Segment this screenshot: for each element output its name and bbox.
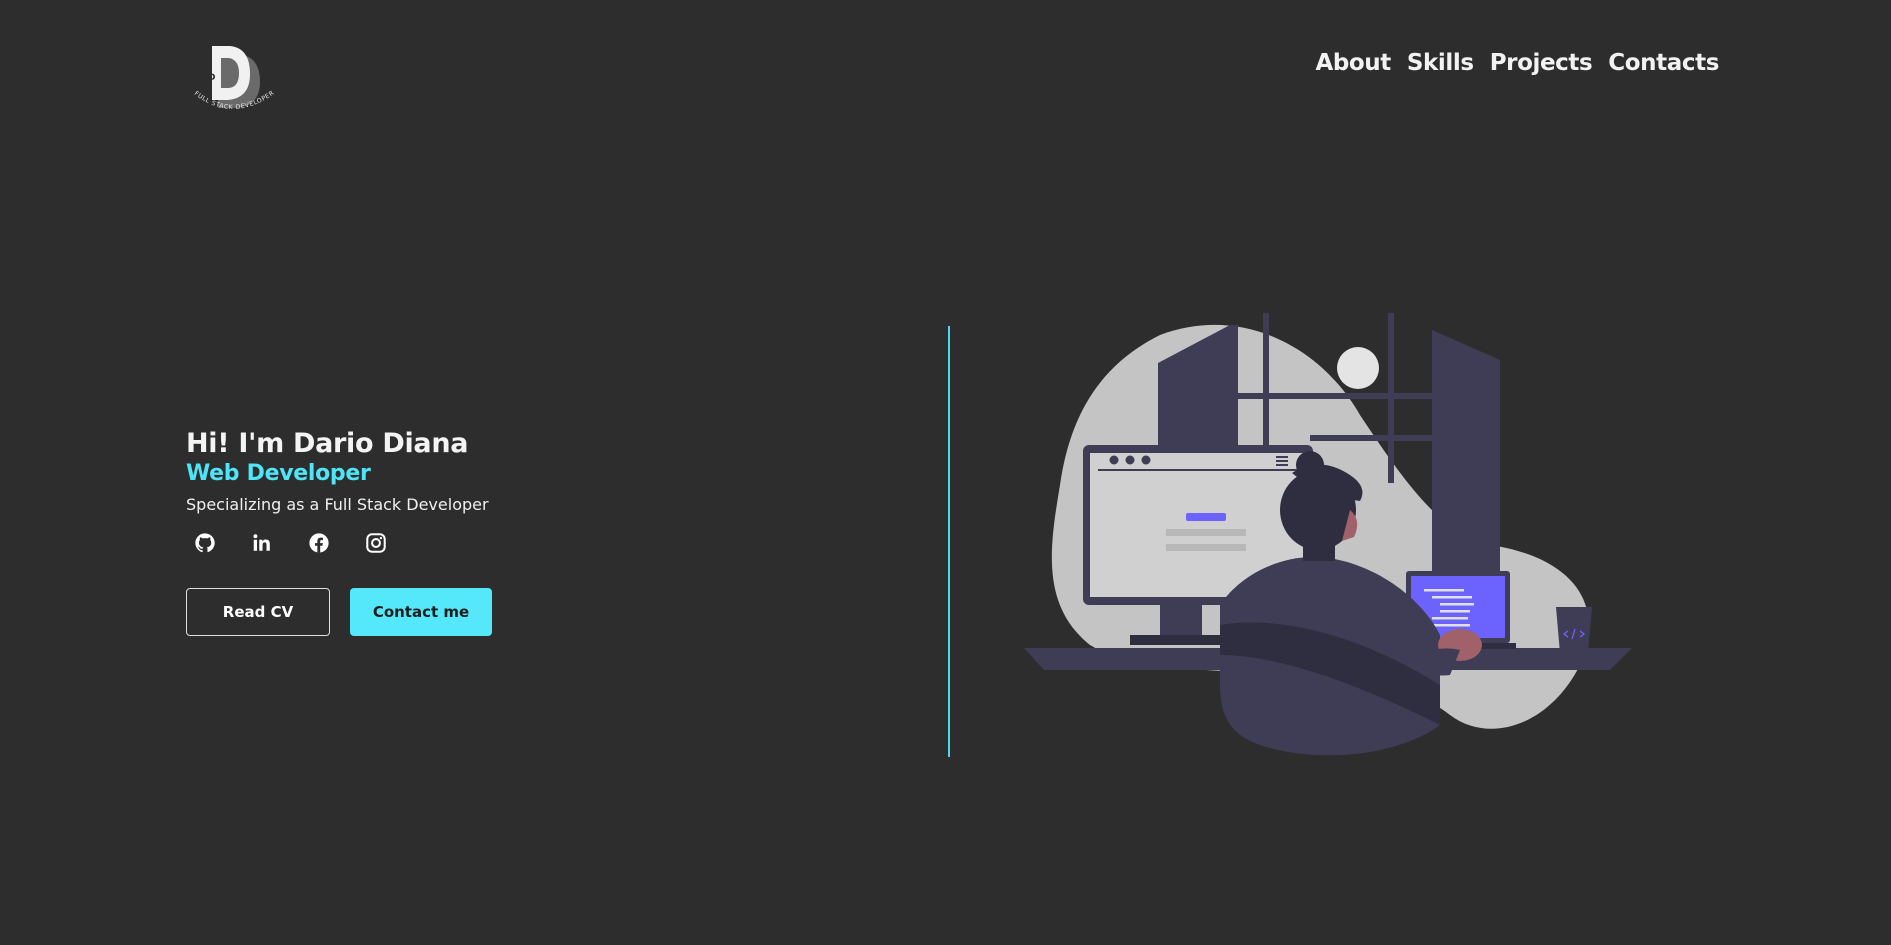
logo[interactable]: D FULL STACK DEVELOPER xyxy=(188,38,278,124)
read-cv-button[interactable]: Read CV xyxy=(186,588,330,636)
hero-role: Web Developer xyxy=(186,461,371,486)
hero-greeting: Hi! I'm Dario Diana xyxy=(186,428,469,459)
social-links xyxy=(190,528,606,558)
cta-buttons: Read CV Contact me xyxy=(186,588,606,636)
facebook-icon[interactable] xyxy=(304,528,334,558)
instagram-icon[interactable] xyxy=(361,528,391,558)
vertical-divider xyxy=(948,326,950,757)
developer-illustration xyxy=(1020,305,1640,765)
nav-projects[interactable]: Projects xyxy=(1490,50,1593,76)
nav-contacts[interactable]: Contacts xyxy=(1608,50,1719,76)
hero-tagline: Specializing as a Full Stack Developer xyxy=(186,495,489,514)
nav-skills[interactable]: Skills xyxy=(1407,50,1474,76)
contact-me-button[interactable]: Contact me xyxy=(350,588,492,636)
nav-about[interactable]: About xyxy=(1315,50,1391,76)
svg-text:D: D xyxy=(208,73,215,83)
logo-mark: D FULL STACK DEVELOPER xyxy=(193,46,275,111)
main-nav: About Skills Projects Contacts xyxy=(1315,50,1719,76)
linkedin-icon[interactable] xyxy=(247,528,277,558)
hero-section: Hi! I'm Dario Diana Web Developer Specia… xyxy=(186,428,606,636)
github-icon[interactable] xyxy=(190,528,220,558)
